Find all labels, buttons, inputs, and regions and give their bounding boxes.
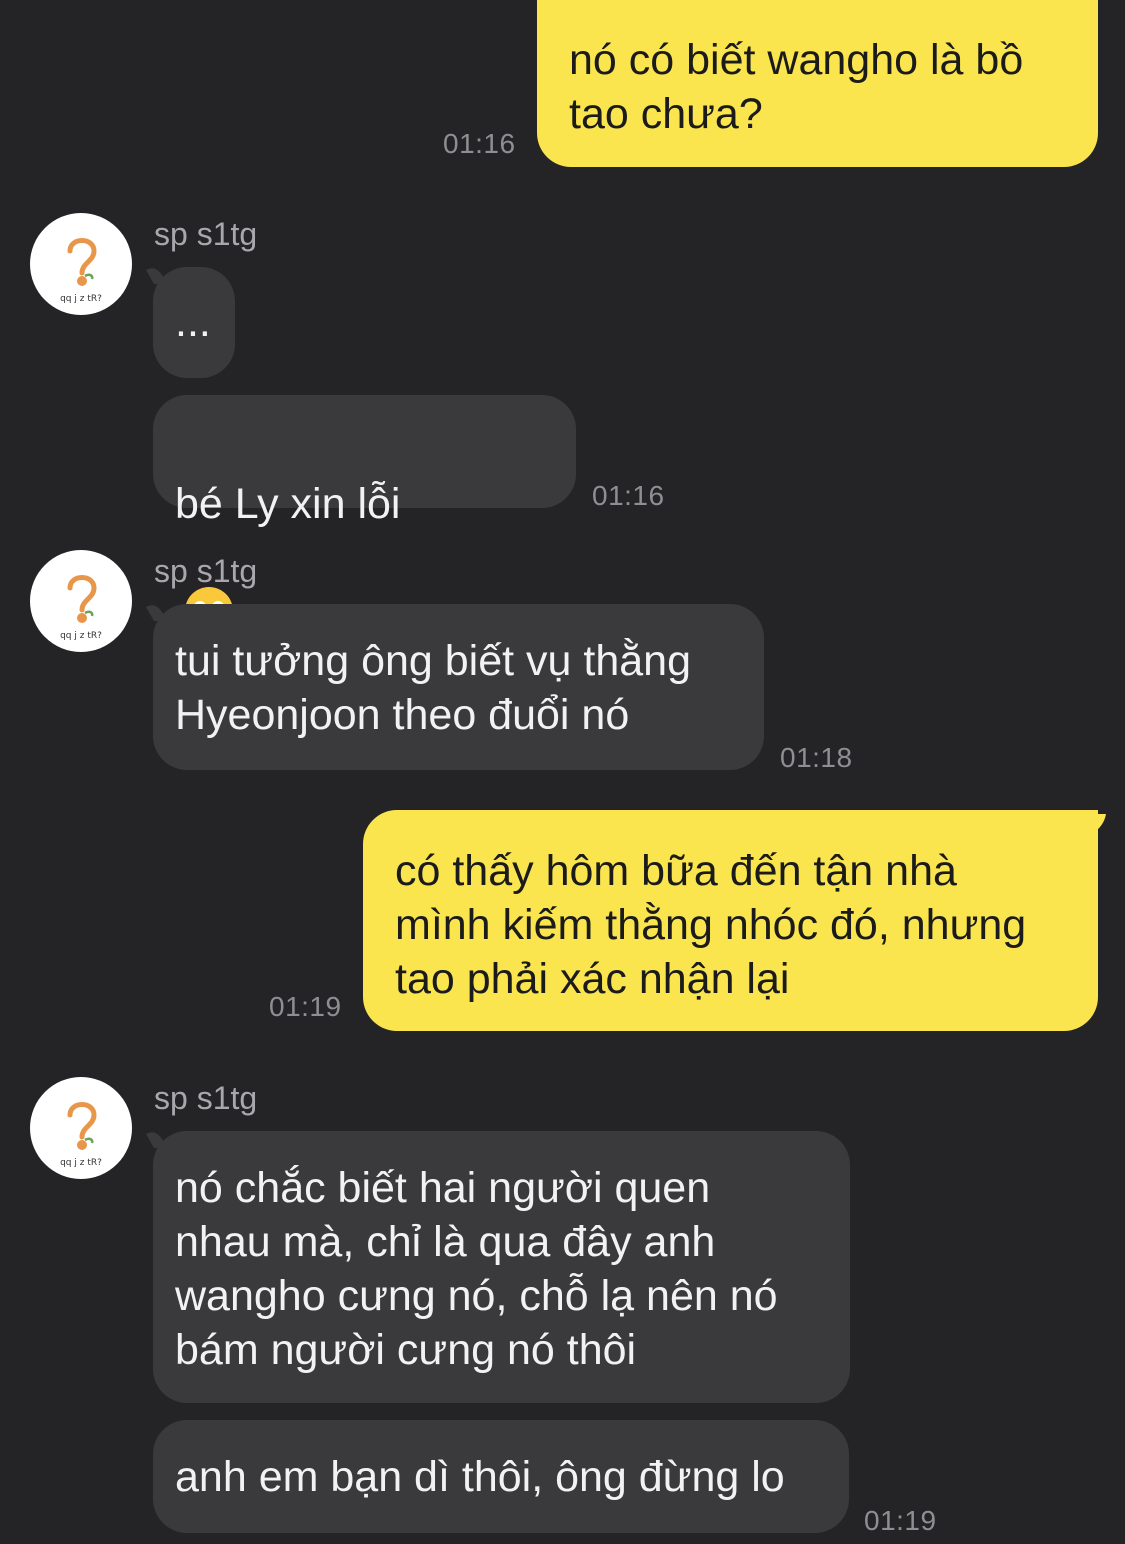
contact-avatar[interactable]: qq j z tR? [30,213,132,315]
sender-name: sp s1tg [154,1080,258,1116]
question-mark-peach-icon: qq j z tR? [60,238,102,304]
contact-avatar[interactable]: qq j z tR? [30,1077,132,1179]
message-timestamp: 01:19 [864,1505,937,1536]
message-text: bé Ly xin lỗi [175,480,401,528]
my-message-bubble[interactable]: có thấy hôm bữa đến tận nhà mình kiếm th… [363,810,1098,1031]
contact-avatar[interactable]: qq j z tR? [30,550,132,652]
message-timestamp: 01:18 [780,742,853,773]
their-message-bubble[interactable]: bé Ly xin lỗi [153,395,576,748]
their-message-bubble[interactable]: tui tưởng ông biết vụ thằng Hyeonjoon th… [153,604,764,770]
message-timestamp: 01:19 [269,991,342,1022]
sender-name: sp s1tg [154,553,258,589]
message-timestamp: 01:16 [443,128,516,159]
their-message-bubble[interactable]: ... [153,267,235,378]
message-timestamp: 01:16 [592,480,665,511]
question-mark-peach-icon: qq j z tR? [60,1102,102,1168]
my-message-bubble[interactable]: nó có biết wangho là bồ tao chưa? [537,0,1098,167]
bubble-tail [1086,814,1106,834]
avatar-caption: qq j z tR? [60,1158,102,1168]
sender-name: sp s1tg [154,216,258,252]
avatar-caption: qq j z tR? [60,631,102,641]
their-message-bubble[interactable]: nó chắc biết hai người quen nhau mà, chỉ… [153,1131,850,1403]
question-mark-peach-icon: qq j z tR? [60,575,102,641]
avatar-caption: qq j z tR? [60,294,102,304]
their-message-bubble[interactable]: anh em bạn dì thôi, ông đừng lo [153,1420,849,1533]
